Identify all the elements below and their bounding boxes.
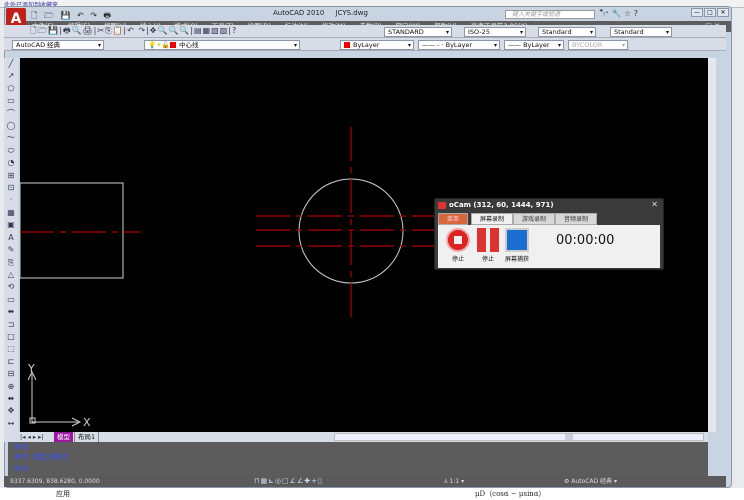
ocam-window: oCam (312, 60, 1444, 971) ✕ 菜单 屏幕录制 游戏录制…: [434, 198, 664, 270]
command-history-line: 命令: 指定对角点:: [14, 453, 70, 461]
ocam-tab-screen[interactable]: 屏幕录制: [471, 213, 514, 225]
text-style-select[interactable]: STANDARD: [384, 26, 452, 37]
centerlines[interactable]: [20, 127, 440, 321]
ocam-pause-button[interactable]: 停止: [474, 228, 502, 263]
table-style-select[interactable]: Standard: [538, 26, 596, 37]
draw-toolbar[interactable]: ╱ ↗ ⬠ ▭ ⌒ ◯ 〜 ⬭ ◔ ⊞ ⊡ · ▦ ▣ A ✎ ⎘ △ ⟲ ▭ ⬌ ⊐ □ ⬚ ⊏ ⊟ ⊕ ⬌ ✥ ↔: [4, 58, 18, 434]
ocam-tab-audio[interactable]: 音频录制: [555, 213, 598, 225]
ocam-tab-menu[interactable]: 菜单: [438, 213, 469, 225]
background-document: 应用 μD（cosα − μsinα）: [0, 488, 744, 500]
ocam-title: oCam (312, 60, 1444, 971): [449, 201, 554, 209]
ocam-panel: 停止 停止 屏幕捕获 00:00:00: [438, 225, 660, 268]
layer-select[interactable]: 💡☀🔓 中心线: [144, 39, 300, 50]
tab-model[interactable]: 模型: [54, 432, 73, 442]
search-input[interactable]: 键入关键字或短语: [505, 10, 595, 19]
ocam-capture-button[interactable]: 屏幕捕获: [502, 228, 532, 263]
infocenter-tools[interactable]: 🔭 🔧 ☆ ?: [599, 9, 638, 18]
title-bar: 🗋 🗁 💾 ↶ ↷ 🖶 AutoCAD 2010 JCYS.dwg 键入关键字或…: [5, 7, 731, 21]
rectangle-shape[interactable]: [20, 182, 124, 279]
ocam-stop-button[interactable]: 停止: [444, 228, 472, 263]
plotstyle-select[interactable]: BYCOLOR: [568, 39, 628, 50]
ucs-x-label: X: [83, 416, 91, 429]
window-title: AutoCAD 2010 JCYS.dwg: [273, 9, 368, 17]
ocam-close-button[interactable]: ✕: [651, 200, 658, 209]
ucs-y-label: Y: [27, 362, 35, 375]
command-window[interactable]: 命令: 命令: 指定对角点: 命令:: [8, 442, 708, 476]
lineweight-select[interactable]: —— ByLayer: [504, 39, 564, 50]
stop-icon: [454, 236, 462, 244]
ocam-timer: 00:00:00: [556, 233, 615, 248]
multileader-style-select[interactable]: Standard: [610, 26, 672, 37]
coordinate-readout: 9337.6309, 838.6280, 0.0000: [10, 478, 100, 485]
layers-toolbar: AutoCAD 经典 💡☀🔓中心线 ByLayer —— - · ByLayer…: [4, 38, 726, 51]
drafting-toggles[interactable]: ⊓▦⊾◎▢∠∠✚+▯: [254, 476, 323, 487]
annotation-scale[interactable]: ⅄ 1:1 ▾: [444, 476, 464, 487]
tab-nav-arrows[interactable]: |◂ ◂ ▸ ▸|: [20, 432, 44, 442]
linetype-select[interactable]: —— - · ByLayer: [418, 39, 500, 50]
workspace-switch[interactable]: ⚙ AutoCAD 经典 ▾: [564, 476, 617, 487]
monitor-icon: [505, 228, 529, 252]
standard-tool-icons[interactable]: 🗋🗁💾|🖶🔍🖨|✂⎘📋|↶ ↷|✥🔍🔍🔍|▤▦▧▨|?: [26, 25, 326, 37]
ocam-logo-icon: [438, 202, 446, 209]
layout-tabs: |◂ ◂ ▸ ▸| 模型 布局1: [4, 432, 708, 443]
close-button[interactable]: ✕: [717, 8, 729, 17]
filename: JCYS.dwg: [335, 9, 368, 17]
ucs-icon: [27, 370, 82, 427]
status-bar: 9337.6309, 838.6280, 0.0000 ⊓▦⊾◎▢∠∠✚+▯ ⅄…: [4, 476, 726, 487]
ocam-tab-game[interactable]: 游戏录制: [513, 213, 556, 225]
command-input[interactable]: 命令:: [14, 464, 708, 474]
dim-style-select[interactable]: ISO-25: [464, 26, 526, 37]
minimize-button[interactable]: —: [691, 8, 703, 17]
standard-toolbar: 🗋🗁💾|🖶🔍🖨|✂⎘📋|↶ ↷|✥🔍🔍🔍|▤▦▧▨|? STANDARD ISO…: [4, 25, 726, 38]
command-history-line: 命令:: [14, 443, 31, 451]
workspace-select[interactable]: AutoCAD 经典: [12, 39, 104, 50]
vertical-scrollbar[interactable]: [708, 58, 716, 432]
color-select[interactable]: ByLayer: [340, 39, 414, 50]
maximize-button[interactable]: □: [704, 8, 716, 17]
scroll-thumb[interactable]: [565, 434, 573, 440]
pause-icon: [477, 228, 499, 252]
horizontal-scrollbar[interactable]: [334, 433, 704, 441]
